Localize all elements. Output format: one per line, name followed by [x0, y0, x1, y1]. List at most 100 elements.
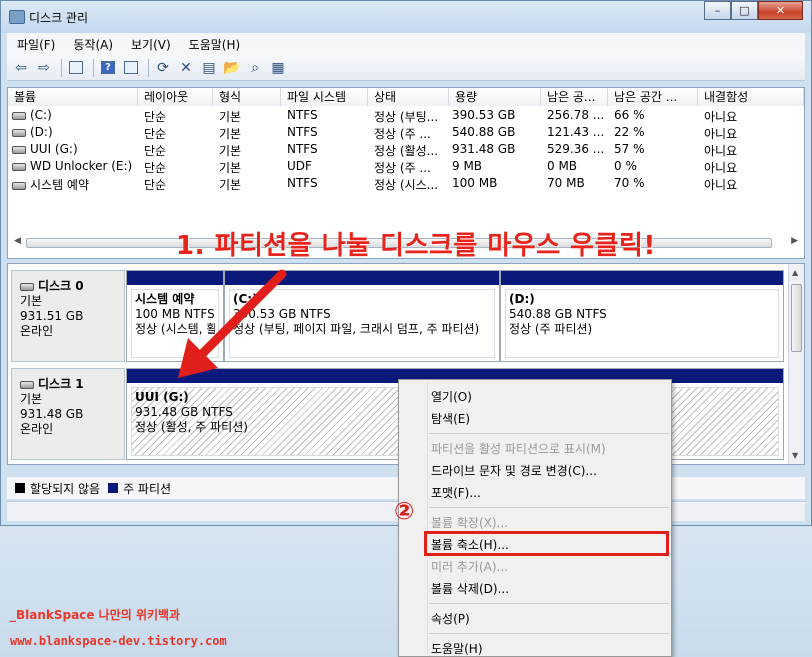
volume-row[interactable]: 시스템 예약 단순 기본 NTFS 정상 (시스... 100 MB 70 MB…: [8, 175, 804, 192]
column-header-volume[interactable]: 볼륨: [8, 88, 138, 106]
volume-row[interactable]: (C:) 단순 기본 NTFS 정상 (부팅... 390.53 GB 256.…: [8, 107, 804, 124]
volume-name: (C:): [30, 108, 52, 122]
drive-icon: [12, 162, 26, 171]
percent-free-cell: 70 %: [614, 176, 645, 190]
volume-name: WD Unlocker (E:): [30, 159, 133, 173]
drive-icon: [12, 128, 26, 137]
type-cell: 기본: [219, 110, 242, 124]
menu-file[interactable]: 파일(F): [7, 36, 63, 53]
type-cell: 기본: [219, 178, 242, 192]
toolbar-separator: [93, 58, 94, 77]
back-arrow-icon[interactable]: ⇦: [11, 58, 31, 78]
volume-row[interactable]: (D:) 단순 기본 NTFS 정상 (주 ... 540.88 GB 121.…: [8, 124, 804, 141]
column-header-layout[interactable]: 레이아웃: [138, 88, 213, 106]
volume-row[interactable]: UUI (G:) 단순 기본 NTFS 정상 (활성... 931.48 GB …: [8, 141, 804, 158]
properties-icon[interactable]: ▤: [199, 58, 219, 78]
volume-name: UUI (G:): [30, 142, 78, 156]
disk-type: 기본: [20, 392, 43, 406]
menu-action[interactable]: 동작(A): [63, 36, 121, 53]
status-cell: 정상 (주 ...: [374, 127, 431, 141]
volume-name-cell: (C:): [12, 108, 52, 122]
fault-tolerance-cell: 아니요: [704, 144, 738, 158]
drive-icon: [12, 181, 26, 190]
menu-separator: [429, 433, 669, 434]
column-header-capacity[interactable]: 용량: [449, 88, 541, 106]
menu-item-change-drive-letter[interactable]: 드라이브 문자 및 경로 변경(C)...: [431, 462, 597, 479]
menu-item-explore[interactable]: 탐색(E): [431, 410, 470, 427]
column-header-status[interactable]: 상태: [368, 88, 449, 106]
open-icon[interactable]: 📂: [222, 58, 242, 78]
free-space-cell: 529.36 ...: [547, 142, 605, 156]
vertical-scrollbar[interactable]: ▲ ▼: [788, 264, 804, 464]
delete-icon[interactable]: ✕: [176, 58, 196, 78]
disk-icon: [20, 380, 34, 389]
menu-view[interactable]: 보기(V): [121, 36, 179, 53]
menu-item-format[interactable]: 포맷(F)...: [431, 484, 481, 501]
scrollbar-thumb[interactable]: [791, 284, 802, 352]
menu-help[interactable]: 도움말(H): [179, 36, 249, 53]
column-header-free-space[interactable]: 남은 공...: [541, 88, 608, 106]
scroll-left-icon[interactable]: ◀: [14, 236, 21, 246]
menu-item-open[interactable]: 열기(O): [431, 388, 472, 405]
legend-label-unallocated: 할당되지 않음: [30, 481, 101, 496]
legend-label-primary: 주 파티션: [123, 481, 172, 496]
context-menu: 열기(O) 탐색(E) 파티션을 활성 파티션으로 표시(M) 드라이브 문자 …: [398, 379, 672, 657]
fault-tolerance-cell: 아니요: [704, 127, 738, 141]
partition-d[interactable]: (D:) 540.88 GB NTFS 정상 (주 파티션): [500, 270, 784, 362]
partition-bar: [501, 271, 783, 285]
title-bar[interactable]: 디스크 관리 – □ ✕: [1, 1, 811, 33]
free-space-cell: 256.78 ...: [547, 108, 605, 122]
status-cell: 정상 (부팅...: [374, 110, 439, 124]
watermark-url: www.blankspace-dev.tistory.com: [10, 634, 227, 648]
help-icon[interactable]: ?: [98, 58, 118, 78]
menu-bar: 파일(F) 동작(A) 보기(V) 도움말(H): [7, 33, 805, 55]
filesystem-cell: NTFS: [287, 125, 318, 139]
drive-icon: [12, 111, 26, 120]
type-cell: 기본: [219, 127, 242, 141]
close-button[interactable]: ✕: [758, 1, 803, 20]
menu-item-add-mirror[interactable]: 미러 추가(A)...: [431, 558, 508, 575]
annotation-highlight-box: [424, 531, 669, 556]
fault-tolerance-cell: 아니요: [704, 110, 738, 124]
volume-name: (D:): [30, 125, 53, 139]
scroll-right-icon[interactable]: ▶: [791, 236, 798, 246]
disk-name: 디스크 0: [38, 279, 84, 293]
percent-free-cell: 66 %: [614, 108, 645, 122]
view-icon[interactable]: [121, 58, 141, 78]
capacity-cell: 100 MB: [452, 176, 498, 190]
menu-item-help[interactable]: 도움말(H): [431, 640, 483, 657]
percent-free-cell: 57 %: [614, 142, 645, 156]
menu-item-extend-volume[interactable]: 볼륨 확장(X)...: [431, 514, 508, 531]
disk-0-label[interactable]: 디스크 0 기본 931.51 GB 온라인: [11, 270, 125, 362]
toolbar-separator: [148, 58, 149, 77]
column-header-filesystem[interactable]: 파일 시스템: [281, 88, 368, 106]
refresh-icon[interactable]: ⟳: [153, 58, 173, 78]
toolbar-separator: [61, 58, 62, 77]
column-header-fault-tolerance[interactable]: 내결함성: [698, 88, 804, 106]
volume-name: 시스템 예약: [30, 178, 90, 192]
scroll-down-icon[interactable]: ▼: [792, 451, 798, 460]
menu-item-properties[interactable]: 속성(P): [431, 610, 470, 627]
minimize-button[interactable]: –: [704, 1, 731, 20]
settings-icon[interactable]: ▦: [268, 58, 288, 78]
menu-item-mark-active[interactable]: 파티션을 활성 파티션으로 표시(M): [431, 440, 606, 457]
maximize-button[interactable]: □: [731, 1, 758, 20]
menu-separator: [429, 507, 669, 508]
forward-arrow-icon[interactable]: ⇨: [34, 58, 54, 78]
column-header-type[interactable]: 형식: [213, 88, 281, 106]
percent-free-cell: 22 %: [614, 125, 645, 139]
disk-type: 기본: [20, 294, 43, 308]
filesystem-cell: UDF: [287, 159, 312, 173]
disk-1-label[interactable]: 디스크 1 기본 931.48 GB 온라인: [11, 368, 125, 460]
filesystem-cell: NTFS: [287, 176, 318, 190]
console-icon[interactable]: [66, 58, 86, 78]
volume-row[interactable]: WD Unlocker (E:) 단순 기본 UDF 정상 (주 ... 9 M…: [8, 158, 804, 175]
legend-swatch-primary: [108, 483, 119, 493]
menu-item-delete-volume[interactable]: 볼륨 삭제(D)...: [431, 580, 509, 597]
volume-name-cell: WD Unlocker (E:): [12, 159, 132, 173]
column-header-percent-free[interactable]: 남은 공간 ...: [608, 88, 698, 106]
watermark-title: _BlankSpace 나만의 위키백과: [10, 608, 181, 622]
capacity-cell: 931.48 GB: [452, 142, 516, 156]
search-icon[interactable]: ⌕: [245, 58, 265, 78]
scroll-up-icon[interactable]: ▲: [792, 268, 798, 277]
